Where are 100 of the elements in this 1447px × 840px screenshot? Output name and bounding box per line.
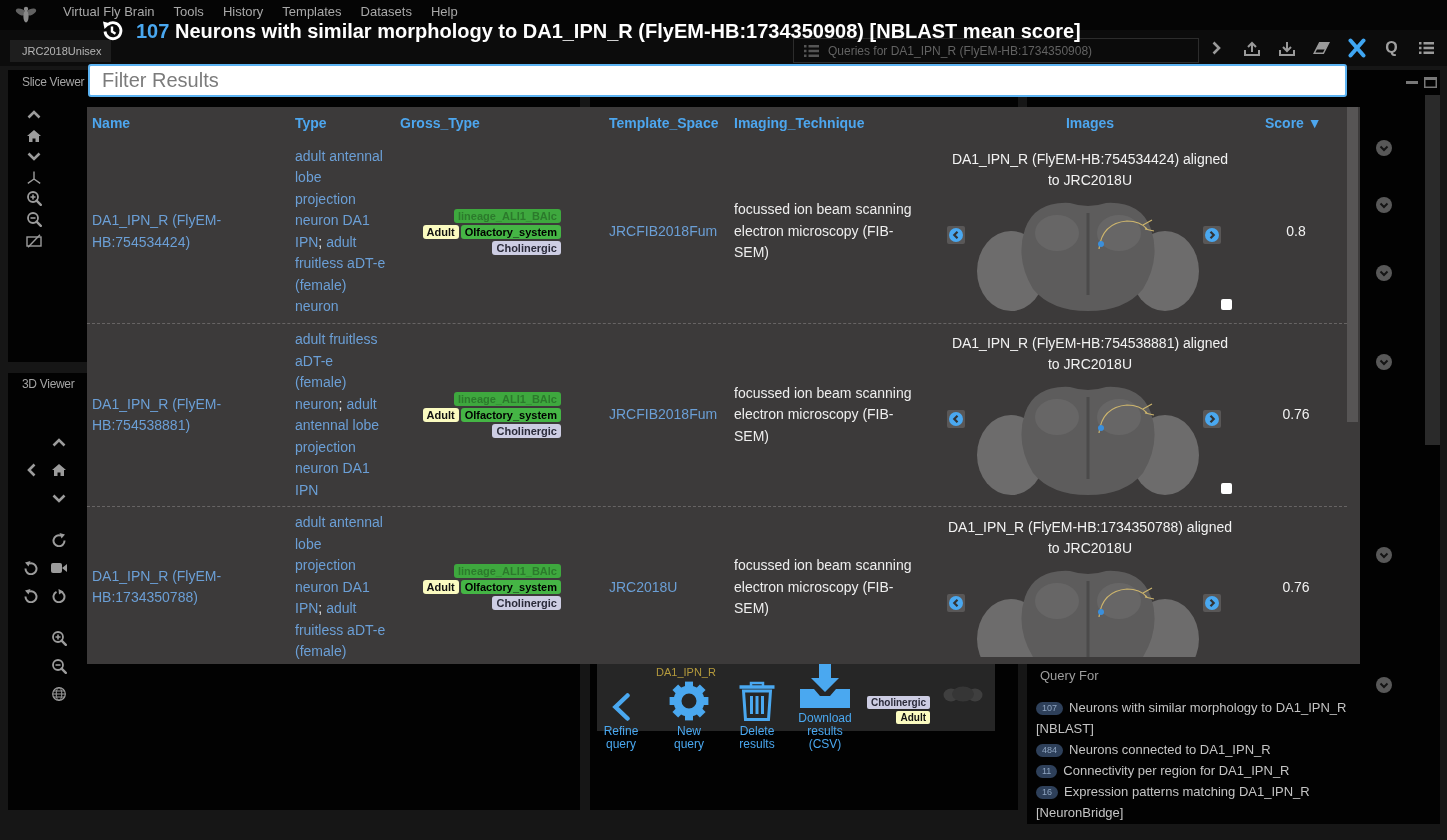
previous-image-button[interactable] xyxy=(947,409,965,428)
scrollbar-thumb[interactable] xyxy=(1425,95,1440,445)
query-item[interactable]: 11 Connectivity per region for DA1_IPN_R xyxy=(1036,760,1370,781)
neuron-type-links[interactable]: adult fruitless aDT-e (female) neuron; adult antennal lobe projection neuron DA1 IPN xyxy=(295,329,386,501)
previous-image-button[interactable] xyxy=(947,594,965,613)
query-item[interactable]: 484 Neurons connected to DA1_IPN_R xyxy=(1036,739,1370,760)
list-icon[interactable] xyxy=(1419,42,1434,54)
menu-item[interactable]: History xyxy=(222,5,264,19)
chevron-left-icon[interactable] xyxy=(26,463,36,477)
upload-icon[interactable] xyxy=(1243,40,1260,56)
eraser-icon[interactable] xyxy=(1313,42,1330,54)
chevron-right-icon[interactable] xyxy=(1212,41,1221,55)
chevron-down-icon[interactable] xyxy=(52,493,66,503)
trash-icon xyxy=(739,681,775,721)
app-title[interactable]: Virtual Fly Brain xyxy=(63,5,155,19)
filter-field[interactable]: Filter Results xyxy=(88,64,1347,97)
next-image-button[interactable] xyxy=(1203,226,1221,244)
chevron-down-icon[interactable] xyxy=(27,152,41,161)
select-checkbox[interactable] xyxy=(1221,299,1232,310)
imaging-technique: focussed ion beam scanning electron microscopy (FIB-SEM) xyxy=(734,201,912,261)
imaging-technique: focussed ion beam scanning electron microscopy (FIB-SEM) xyxy=(734,557,912,616)
column-header[interactable]: Images xyxy=(935,107,1245,140)
globe-icon[interactable] xyxy=(52,687,66,701)
template-link[interactable]: JRCFIB2018Fum xyxy=(609,406,718,423)
count-badge: 107 xyxy=(1036,702,1064,715)
home-icon[interactable] xyxy=(52,464,66,476)
chevron-right-icon xyxy=(1205,596,1219,611)
undo-icon[interactable] xyxy=(24,589,38,603)
next-image-button[interactable] xyxy=(1203,594,1221,613)
column-header[interactable]: Type xyxy=(290,107,395,140)
panel-title: Slice Viewer xyxy=(22,74,85,91)
history-icon[interactable] xyxy=(100,19,124,43)
menu-item[interactable]: Datasets xyxy=(360,5,412,19)
column-header[interactable]: Name xyxy=(87,107,290,140)
count-badge: 11 xyxy=(1036,765,1058,778)
neuron-name-link[interactable]: DA1_IPN_R (FlyEM-HB:754534424) xyxy=(92,210,285,253)
column-header[interactable]: Template_Space xyxy=(604,107,729,140)
classification-tag: Cholinergic xyxy=(492,596,561,611)
template-tab[interactable]: JRC2018Unisex xyxy=(10,40,112,62)
score: 0.8 xyxy=(1286,222,1306,239)
download-icon xyxy=(800,664,850,708)
count-badge: 16 xyxy=(1036,786,1058,799)
image-caption: DA1_IPN_R (FlyEM-HB:1734350788) aligned to JRC2018U xyxy=(947,518,1233,559)
classification-tag: Adult xyxy=(422,408,459,422)
classification-tag: Adult xyxy=(422,224,459,239)
new-query-button[interactable]: New query xyxy=(661,681,717,751)
query-item[interactable]: 107 Neurons with similar morphology to DA1_IPN_R [NBLAST] xyxy=(1036,697,1370,739)
template-link[interactable]: JRC2018U xyxy=(609,578,678,595)
menu-item[interactable]: Help xyxy=(430,5,458,19)
chevron-up-icon[interactable] xyxy=(52,437,66,447)
neuron-name-link[interactable]: DA1_IPN_R (FlyEM-HB:1734350788) xyxy=(92,565,285,609)
classification-tag: Cholinergic xyxy=(492,424,561,438)
next-image-button[interactable] xyxy=(1203,409,1221,428)
home-icon[interactable] xyxy=(27,129,41,142)
chevron-up-icon[interactable] xyxy=(27,110,41,119)
column-header[interactable]: Imaging_Technique xyxy=(729,107,935,140)
maximize-icon[interactable] xyxy=(1424,77,1437,88)
scrollbar-thumb[interactable] xyxy=(1347,107,1358,422)
neuron-type-links[interactable]: adult antennal lobe projection neuron DA1 IPN; adult fruitless aDT-e (female) neuron xyxy=(295,145,386,318)
delete-results-button[interactable]: Delete results xyxy=(729,681,785,751)
section-title: Query For xyxy=(1040,668,1099,684)
rotate-icon[interactable] xyxy=(52,533,66,547)
zoom-in-icon[interactable] xyxy=(26,191,42,206)
chevron-right-icon xyxy=(1205,411,1219,426)
term-name[interactable]: DA1_IPN_R xyxy=(656,666,716,678)
select-checkbox[interactable] xyxy=(1221,482,1232,494)
quick-search-button[interactable]: Q xyxy=(1385,39,1398,57)
column-header[interactable]: Score ▼ xyxy=(1245,107,1347,140)
undo-icon[interactable] xyxy=(24,561,38,575)
gear-icon xyxy=(669,681,709,721)
classification-tag: Adult xyxy=(896,711,930,724)
score: 0.76 xyxy=(1282,406,1310,423)
close-icon[interactable] xyxy=(1347,38,1366,58)
neuron-type-links[interactable]: adult antennal lobe projection neuron DA1 IPN; adult fruitless aDT-e (female) xyxy=(295,512,386,663)
panel-title: 3D Viewer xyxy=(22,376,75,393)
previous-image-button[interactable] xyxy=(947,226,965,244)
classification-tag: Adult xyxy=(422,580,459,595)
download-results-button[interactable]: Download results (CSV) xyxy=(797,664,853,751)
classification-tag: Olfactory_system xyxy=(460,408,561,422)
classification-tag: Cholinergic xyxy=(867,696,930,709)
query-item[interactable]: 16 Expression patterns matching DA1_IPN_R [NeuronBridge] xyxy=(1036,781,1370,823)
chevron-left-icon xyxy=(611,693,631,721)
menu-item[interactable]: Templates xyxy=(282,5,342,19)
classification-tag: Olfactory_system xyxy=(460,224,561,239)
column-header[interactable]: Gross_Type xyxy=(395,107,604,140)
zoom-in-icon[interactable] xyxy=(51,630,67,646)
zoom-out-icon[interactable] xyxy=(26,212,42,227)
axes-icon[interactable] xyxy=(27,171,41,184)
crossed-rectangle-icon[interactable] xyxy=(26,233,42,248)
menu-item[interactable]: Tools xyxy=(173,5,204,19)
classification-tag: Cholinergic xyxy=(492,240,561,255)
rotate-icon[interactable] xyxy=(52,589,66,603)
download-icon[interactable] xyxy=(1278,40,1295,56)
neuron-name-link[interactable]: DA1_IPN_R (FlyEM-HB:754538881) xyxy=(92,393,285,437)
video-camera-icon[interactable] xyxy=(51,563,67,573)
template-link[interactable]: JRCFIB2018Fum xyxy=(609,222,718,239)
zoom-out-icon[interactable] xyxy=(51,658,67,674)
refine-query-button[interactable]: Refine query xyxy=(593,693,649,751)
fly-logo-icon[interactable] xyxy=(15,5,37,23)
chevron-left-icon xyxy=(949,228,963,242)
